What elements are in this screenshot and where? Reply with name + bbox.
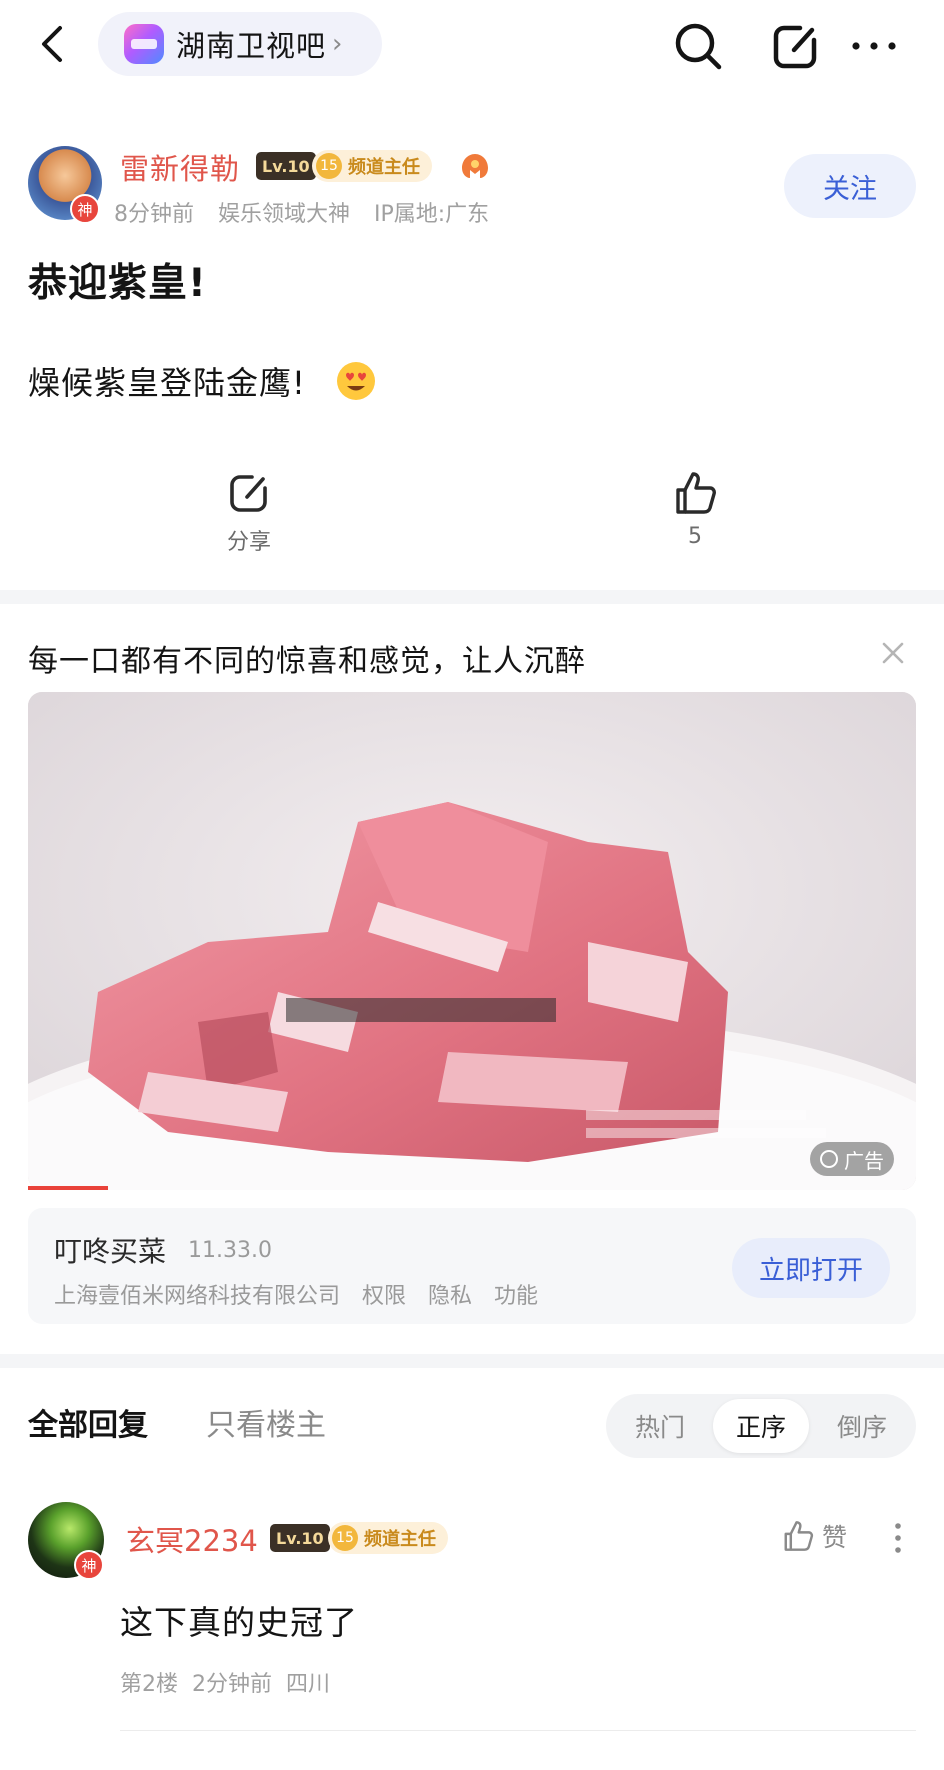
sort-segmented-control: 热门 正序 倒序	[606, 1394, 916, 1458]
role-level: 15	[316, 153, 342, 179]
share-button[interactable]: 分享	[204, 468, 294, 558]
ad-title[interactable]: 每一口都有不同的惊喜和感觉，让人沉醉	[28, 636, 586, 680]
role-text: 频道主任	[364, 1529, 436, 1550]
app-info-row: 上海壹佰米网络科技有限公司 权限 隐私 功能	[54, 1278, 538, 1310]
tab-only-op[interactable]: 只看楼主	[206, 1400, 326, 1444]
thumbs-up-icon	[676, 472, 716, 514]
app-link-features[interactable]: 功能	[494, 1278, 538, 1310]
back-icon[interactable]	[30, 20, 78, 68]
ip-location: IP属地:广东	[374, 202, 490, 227]
post-body-text: 燥候紫皇登陆金鹰!	[28, 364, 306, 402]
section-divider	[0, 590, 944, 604]
ad-video[interactable]	[28, 692, 916, 1190]
follow-button[interactable]: 关注	[784, 154, 916, 218]
thumbs-up-icon	[784, 1521, 814, 1551]
ad-tag-label: 广告	[844, 1148, 884, 1173]
comment-floor: 第2楼	[120, 1672, 178, 1697]
author-name[interactable]: 雷新得勒	[120, 146, 240, 188]
forum-logo-icon	[124, 24, 164, 64]
comment-divider	[120, 1730, 916, 1731]
share-label: 分享	[226, 530, 271, 555]
meat-in-bowl-image	[28, 692, 916, 1190]
emblem-icon	[462, 154, 488, 178]
app-developer: 上海壹佰米网络科技有限公司	[54, 1284, 341, 1309]
post-meta: 8分钟前 娱乐领域大神 IP属地:广东	[114, 196, 489, 228]
role-level: 15	[332, 1525, 358, 1551]
section-divider	[0, 1354, 944, 1368]
post-title: 恭迎紫皇!	[28, 261, 207, 306]
sort-ascending[interactable]: 正序	[713, 1399, 809, 1453]
tab-all-replies[interactable]: 全部回复	[28, 1400, 148, 1444]
comment-like-label: 赞	[822, 1523, 848, 1552]
comment-like-button[interactable]: 赞	[780, 1518, 847, 1554]
level-badge: Lv.10	[270, 1524, 330, 1552]
role-badge: 15 频道主任	[328, 1522, 448, 1554]
ad-tag: 广告	[810, 1142, 894, 1176]
vertical-more-icon[interactable]	[888, 1518, 908, 1558]
ad-tag-icon	[820, 1150, 838, 1168]
heart-eyes-emoji-icon	[336, 362, 375, 400]
more-options-icon[interactable]	[846, 22, 902, 70]
comment-meta: 第2楼 2分钟前 四川	[120, 1666, 330, 1698]
app-link-privacy[interactable]: 隐私	[428, 1278, 472, 1310]
like-button[interactable]: 5	[650, 468, 740, 558]
comment-text: 这下真的史冠了	[120, 1603, 358, 1642]
forum-name: 湖南卫视吧	[176, 29, 327, 63]
app-link-permissions[interactable]: 权限	[362, 1278, 406, 1310]
post-time: 8分钟前	[114, 202, 194, 227]
forum-link[interactable]: 湖南卫视吧 ›	[98, 12, 382, 76]
share-action-icon	[230, 475, 267, 512]
like-count: 5	[688, 524, 702, 549]
level-badge: Lv.10	[256, 152, 316, 180]
god-badge: 神	[70, 194, 100, 224]
comment-time: 2分钟前	[192, 1672, 272, 1697]
video-progress-bar[interactable]	[28, 1186, 108, 1190]
app-name: 叮咚买菜	[54, 1235, 167, 1268]
close-icon[interactable]	[876, 636, 910, 670]
open-app-button[interactable]: 立即打开	[732, 1238, 890, 1298]
app-version: 11.33.0	[188, 1238, 272, 1263]
comment-location: 四川	[286, 1672, 331, 1697]
share-icon[interactable]	[768, 18, 824, 74]
post-body: 燥候紫皇登陆金鹰!	[28, 358, 378, 404]
role-badge: 15 频道主任	[312, 150, 432, 182]
role-text: 频道主任	[348, 157, 420, 178]
chevron-right-icon: ›	[332, 29, 343, 59]
search-icon[interactable]	[670, 18, 726, 74]
author-title-tag: 娱乐领域大神	[218, 202, 351, 227]
commenter-name[interactable]: 玄冥2234	[126, 1518, 258, 1560]
sort-descending[interactable]: 倒序	[814, 1399, 910, 1453]
god-badge: 神	[74, 1550, 104, 1580]
sort-hot[interactable]: 热门	[612, 1399, 708, 1453]
